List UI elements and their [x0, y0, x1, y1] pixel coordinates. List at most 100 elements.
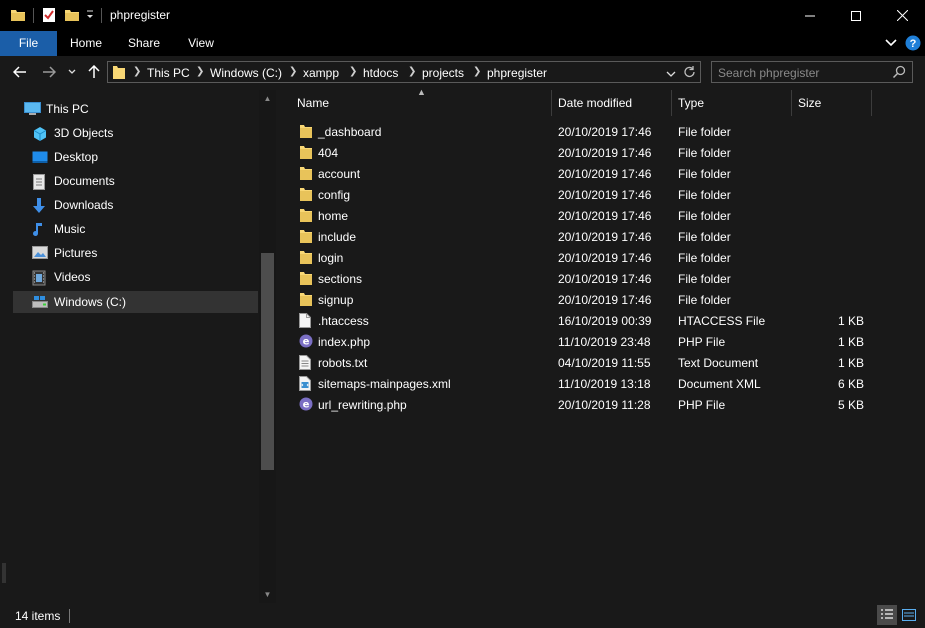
column-header-type[interactable]: Type [672, 90, 792, 116]
up-button[interactable] [86, 64, 102, 80]
sidebar-item-3d-objects[interactable]: 3D Objects [13, 122, 258, 144]
column-header-name[interactable]: ▲ Name [277, 87, 552, 116]
tab-file[interactable]: File [0, 31, 57, 56]
file-name: home [318, 209, 349, 223]
table-row[interactable]: e url_rewriting.php 20/10/2019 11:28 PHP Fi… [295, 394, 870, 415]
sidebar-item-music[interactable]: Music [13, 218, 258, 240]
file-type: File folder [678, 146, 731, 160]
breadcrumb-projects[interactable]: projects [422, 66, 464, 80]
details-view-button[interactable] [877, 605, 897, 625]
column-header-date[interactable]: Date modified [552, 90, 672, 116]
sidebar-item-pictures[interactable]: Pictures [13, 242, 258, 264]
tab-view[interactable]: View [173, 31, 229, 56]
downloads-icon [32, 198, 48, 213]
close-button[interactable] [879, 0, 925, 31]
table-row[interactable]: login 20/10/2019 17:46 File folder [295, 247, 870, 268]
tab-home[interactable]: Home [57, 31, 115, 56]
file-type: File folder [678, 251, 731, 265]
file-type: HTACCESS File [678, 314, 766, 328]
sidebar-item-videos[interactable]: Videos [13, 266, 258, 288]
table-row[interactable]: home 20/10/2019 17:46 File folder [295, 205, 870, 226]
sidebar-item-documents[interactable]: Documents [13, 170, 258, 192]
properties-icon[interactable] [41, 7, 57, 26]
sidebar-item-this-pc[interactable]: This PC [13, 98, 258, 120]
column-header-size[interactable]: Size [792, 90, 872, 116]
file-name: _dashboard [318, 125, 382, 139]
breadcrumb-this-pc[interactable]: This PC [147, 66, 190, 80]
sidebar-item-label: Videos [54, 270, 91, 284]
large-icons-view-button[interactable] [899, 605, 919, 625]
folder-icon[interactable] [10, 7, 26, 26]
breadcrumb-phpregister[interactable]: phpregister [487, 66, 547, 80]
search-icon[interactable] [892, 65, 906, 82]
table-row[interactable]: e index.php 11/10/2019 23:48 PHP File 1 KB [295, 331, 870, 352]
breadcrumb-htdocs[interactable]: htdocs [363, 66, 398, 80]
close-icon [896, 10, 908, 21]
minimize-button[interactable] [787, 0, 833, 31]
file-type: File folder [678, 230, 731, 244]
chevron-right-icon[interactable]: ❯ [289, 66, 297, 77]
maximize-button[interactable] [833, 0, 879, 31]
chevron-right-icon[interactable]: ❯ [349, 66, 357, 77]
sidebar-item-windows-c[interactable]: Windows (C:) [13, 291, 258, 313]
help-icon[interactable]: ? [905, 35, 921, 54]
scroll-up-icon[interactable]: ▲ [263, 94, 272, 103]
table-row[interactable]: .htaccess 16/10/2019 00:39 HTACCESS File 1 … [295, 310, 870, 331]
new-folder-icon[interactable] [64, 7, 80, 26]
scrollbar-thumb[interactable] [261, 253, 274, 470]
table-row[interactable]: sitemaps-mainpages.xml 11/10/2019 13:18 Do… [295, 373, 870, 394]
recent-locations-button[interactable] [67, 64, 77, 80]
file-name: .htaccess [318, 314, 369, 328]
back-button[interactable] [12, 64, 28, 80]
text-file-icon [299, 355, 313, 370]
documents-icon [32, 174, 48, 190]
table-row[interactable]: account 20/10/2019 17:46 File folder [295, 163, 870, 184]
scroll-down-icon[interactable]: ▼ [263, 590, 272, 599]
sidebar-item-label: Documents [54, 174, 115, 188]
search-box[interactable] [711, 61, 913, 83]
file-date-modified: 20/10/2019 17:46 [558, 125, 652, 139]
table-row[interactable]: robots.txt 04/10/2019 11:55 Text Document 1… [295, 352, 870, 373]
divider [69, 609, 70, 623]
divider [33, 8, 34, 23]
customize-quick-access-icon[interactable] [85, 9, 95, 24]
folder-icon [299, 292, 313, 307]
svg-text:e: e [303, 337, 310, 348]
breadcrumb-windows-c[interactable]: Windows (C:) [210, 66, 282, 80]
file-type: File folder [678, 272, 731, 286]
file-date-modified: 20/10/2019 17:46 [558, 209, 652, 223]
blank-file-icon [299, 313, 313, 328]
table-row[interactable]: _dashboard 20/10/2019 17:46 File folder [295, 121, 870, 142]
table-row[interactable]: signup 20/10/2019 17:46 File folder [295, 289, 870, 310]
column-divider[interactable] [871, 90, 872, 116]
table-row[interactable]: sections 20/10/2019 17:46 File folder [295, 268, 870, 289]
folder-icon [112, 64, 126, 83]
chevron-right-icon[interactable]: ❯ [408, 66, 416, 77]
file-date-modified: 20/10/2019 11:28 [558, 398, 651, 412]
large-icons-view-icon [902, 609, 916, 621]
table-row[interactable]: config 20/10/2019 17:46 File folder [295, 184, 870, 205]
sidebar-item-label: This PC [46, 102, 89, 116]
address-bar[interactable]: ❯ This PC ❯ Windows (C:) ❯ xampp ❯ htdoc… [107, 61, 701, 83]
file-size: 6 KB [837, 377, 864, 391]
chevron-right-icon[interactable]: ❯ [473, 66, 481, 77]
sidebar-item-label: Windows (C:) [54, 295, 127, 309]
file-type: PHP File [678, 398, 726, 412]
sidebar-item-desktop[interactable]: Desktop [13, 146, 258, 168]
breadcrumb-xampp[interactable]: xampp [303, 66, 339, 80]
table-row[interactable]: 404 20/10/2019 17:46 File folder [295, 142, 870, 163]
address-dropdown-icon[interactable] [666, 67, 676, 81]
file-date-modified: 20/10/2019 17:46 [558, 251, 652, 265]
forward-button[interactable] [41, 64, 57, 80]
navigation-scrollbar[interactable]: ▲ ▼ [259, 90, 276, 603]
refresh-icon[interactable] [683, 65, 696, 82]
file-date-modified: 11/10/2019 13:18 [558, 377, 651, 391]
table-row[interactable]: include 20/10/2019 17:46 File folder [295, 226, 870, 247]
expand-ribbon-icon[interactable] [885, 37, 897, 51]
chevron-right-icon[interactable]: ❯ [196, 66, 204, 77]
search-input[interactable] [718, 65, 888, 80]
sidebar-item-downloads[interactable]: Downloads [13, 194, 258, 216]
up-arrow-icon [88, 65, 100, 78]
tab-share[interactable]: Share [115, 31, 173, 56]
php-file-icon: e [299, 397, 313, 412]
